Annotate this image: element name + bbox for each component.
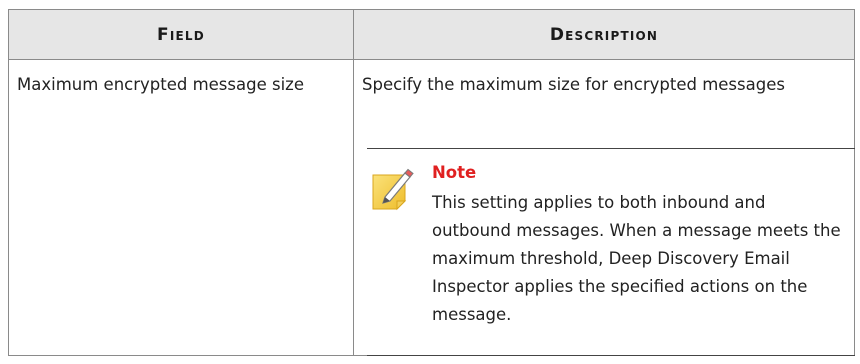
header-field: Field	[8, 9, 354, 60]
field-description-table: Field Description Maximum encrypted mess…	[8, 9, 855, 356]
note-divider	[367, 355, 855, 356]
note-title: Note	[432, 163, 477, 182]
description-cell: Specify the maximum size for encrypted m…	[353, 59, 855, 356]
note-callout: Note This setting applies to both inboun…	[367, 148, 855, 356]
document-page: { "table": { "headers": { "field": "Fiel…	[0, 0, 860, 364]
table-header: Field Description	[8, 9, 855, 60]
header-description: Description	[353, 9, 855, 60]
table-row: Maximum encrypted message size Specify t…	[8, 59, 855, 356]
field-name: Maximum encrypted message size	[17, 75, 304, 94]
note-text: This setting applies to both inbound and…	[432, 193, 841, 324]
field-cell: Maximum encrypted message size	[8, 59, 354, 356]
header-row: Field Description	[8, 9, 855, 60]
note-pencil-icon	[372, 168, 414, 211]
description-text: Specify the maximum size for encrypted m…	[362, 75, 785, 94]
